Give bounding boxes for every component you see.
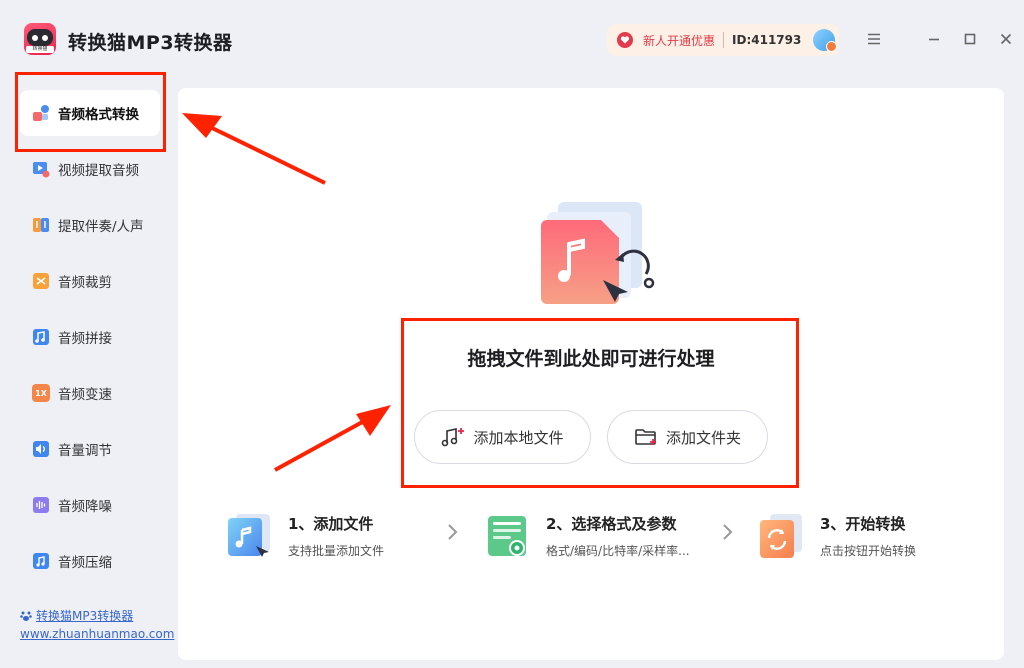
step-choose-format: 2、选择格式及参数 格式/编码/比特率/采样率... [484,506,690,566]
annotation-box-sidebar [15,72,166,152]
avatar[interactable] [813,29,838,52]
audio-merge-icon [32,328,50,346]
sidebar-item-audio-speed[interactable]: 1X 音频变速 [20,370,160,416]
audio-speed-icon: 1X [32,384,50,402]
vocal-extract-icon [32,216,50,234]
step-title: 2、选择格式及参数 [546,515,677,533]
annotation-box-actions [401,318,799,488]
convert-step-icon [758,512,806,560]
maximize-button[interactable] [960,28,980,50]
step-desc: 格式/编码/比特率/采样率... [546,544,690,558]
sidebar-item-label: 提取伴奏/人声 [58,219,144,235]
sidebar-item-volume[interactable]: 音量调节 [20,426,160,472]
minimize-icon [929,38,939,41]
app-title: 转换猫MP3转换器 [68,32,233,54]
step-title: 3、开始转换 [820,515,906,533]
step-start-convert: 3、开始转换 点击按钮开始转换 [758,506,916,566]
heart-icon [617,32,633,48]
app-logo-icon: 转换猫 [24,23,56,55]
denoise-icon [32,496,50,514]
sidebar-item-denoise[interactable]: 音频降噪 [20,482,160,528]
paw-icon [20,611,32,621]
promo-badge[interactable]: 新人开通优惠 ID:411793 [607,24,839,56]
step-title: 1、添加文件 [288,515,374,533]
sidebar-item-label: 音频拼接 [58,331,112,347]
sidebar-item-label: 视频提取音频 [58,163,139,179]
menu-icon [868,33,880,45]
divider [723,32,725,48]
footer-url-link[interactable]: www.zhuanhuanmao.com [20,627,174,641]
music-file-icon [533,202,663,312]
step-desc: 支持批量添加文件 [288,544,385,558]
compress-icon [32,552,50,570]
title-bar: 转换猫 转换猫MP3转换器 新人开通优惠 ID:411793 [0,0,1024,80]
footer-app-link[interactable]: 转换猫MP3转换器 [20,607,133,624]
sidebar-item-label: 音频降噪 [58,499,112,515]
audio-cut-icon [32,272,50,290]
step-desc: 点击按钮开始转换 [820,544,917,558]
sidebar: 音频格式转换 视频提取音频 提取伴奏/人声 音频裁剪 音频拼接 1X 音频变速 [0,80,178,668]
user-id: ID:411793 [732,33,802,47]
sidebar-item-audio-cut[interactable]: 音频裁剪 [20,258,160,304]
maximize-icon [964,33,976,45]
close-button[interactable] [996,28,1016,50]
sidebar-item-compress[interactable]: 音频压缩 [20,538,160,584]
chevron-right-icon [448,524,458,540]
sidebar-item-label: 音频裁剪 [58,275,112,291]
step-add-file: 1、添加文件 支持批量添加文件 [226,506,384,566]
sidebar-item-audio-merge[interactable]: 音频拼接 [20,314,160,360]
menu-button[interactable] [864,28,884,50]
sidebar-item-label: 音频压缩 [58,555,112,571]
minimize-button[interactable] [924,28,944,50]
video-extract-icon [32,160,50,178]
volume-icon [32,440,50,458]
sidebar-item-label: 音频变速 [58,387,112,403]
sidebar-item-vocal-extract[interactable]: 提取伴奏/人声 [20,202,160,248]
sidebar-item-video-extract[interactable]: 视频提取音频 [20,146,160,192]
close-icon [1000,33,1012,45]
add-file-step-icon [226,512,274,560]
sidebar-item-label: 音量调节 [58,443,112,459]
promo-text: 新人开通优惠 [643,33,716,48]
chevron-right-icon [723,524,733,540]
format-settings-step-icon [484,512,532,560]
